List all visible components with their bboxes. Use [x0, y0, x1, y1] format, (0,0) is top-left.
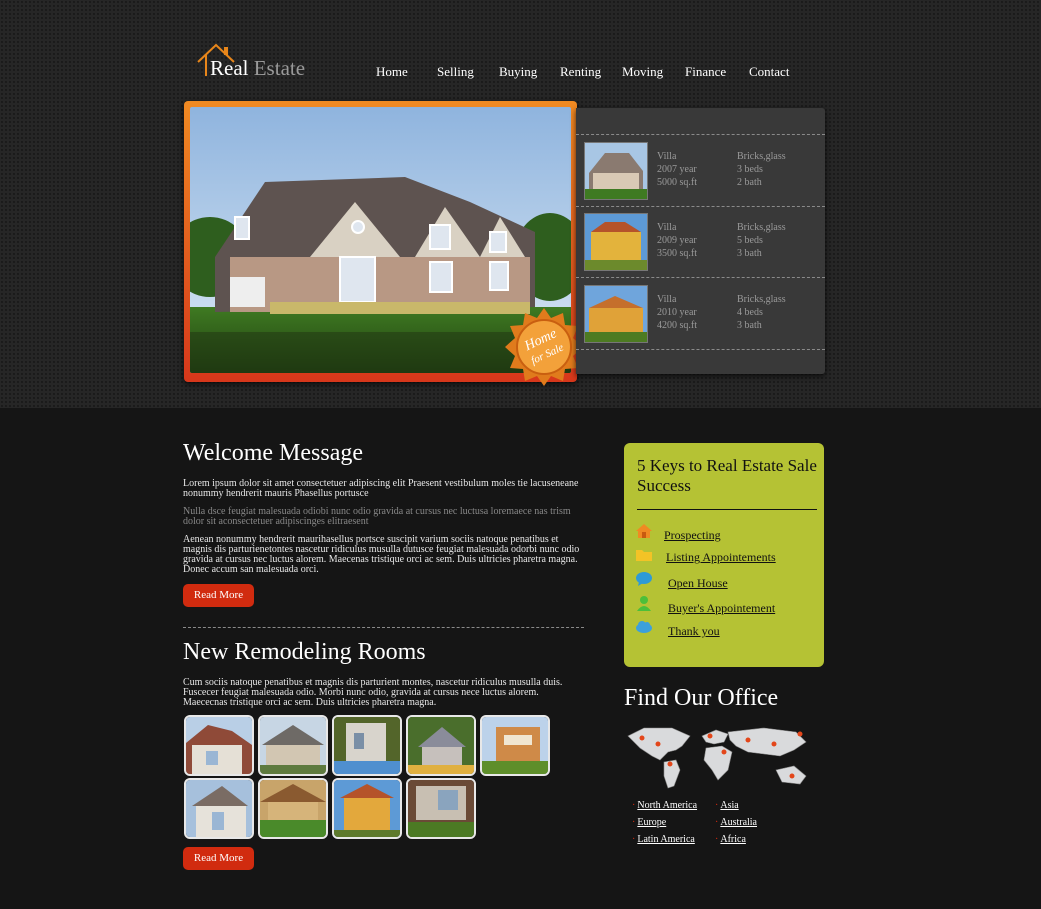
listing-1-col1: Villa 2007 year 5000 sq.ft: [657, 150, 697, 189]
room-thumb-6[interactable]: [184, 778, 254, 839]
listing-3-col1: Villa 2010 year 4200 sq.ft: [657, 293, 697, 332]
keys-box: 5 Keys to Real Estate Sale Success Prosp…: [624, 443, 824, 667]
region-label: North America: [637, 800, 698, 811]
region-link-asia[interactable]: · Asia: [715, 800, 739, 811]
room-thumb-4[interactable]: [406, 715, 476, 776]
key-item-listing-appointements[interactable]: Listing Appointements: [666, 550, 776, 565]
room-thumb-1[interactable]: [184, 715, 254, 776]
region-label: Asia: [720, 800, 739, 811]
region-label: Africa: [720, 834, 746, 845]
room-thumb-3[interactable]: [332, 715, 402, 776]
listing-2-beds: 5 beds: [737, 235, 763, 246]
listing-thumb-2[interactable]: [584, 213, 648, 271]
key-item-prospecting[interactable]: Prospecting: [664, 528, 721, 543]
keys-title: 5 Keys to Real Estate Sale Success: [637, 456, 817, 495]
listing-2-material: Bricks,glass: [737, 222, 786, 233]
listing-1-area: 5000 sq.ft: [657, 177, 697, 188]
key-item-thank-you[interactable]: Thank you: [668, 624, 720, 639]
listing-3-baths: 3 bath: [737, 320, 762, 331]
listing-3-beds: 4 beds: [737, 307, 763, 318]
remodel-read-more-button[interactable]: Read More: [183, 847, 254, 870]
room-thumb-9[interactable]: [406, 778, 476, 839]
welcome-paragraph-3: Aenean nonummy hendrerit maurihasellus p…: [183, 534, 580, 575]
listing-3-year: 2010 year: [657, 307, 697, 318]
logo[interactable]: Real Estate: [196, 42, 336, 82]
region-label: Latin America: [637, 834, 695, 845]
house-icon: [636, 524, 652, 538]
listing-3-area: 4200 sq.ft: [657, 320, 697, 331]
region-link-latin-america[interactable]: · Latin America: [632, 834, 695, 845]
welcome-paragraph-2: Nulla dsce feugiat malesuada odiobi nunc…: [183, 506, 571, 527]
listing-2-year: 2009 year: [657, 235, 697, 246]
nav-buying[interactable]: Buying: [499, 64, 537, 80]
key-item-buyers-appointement[interactable]: Buyer's Appointement: [668, 601, 775, 616]
keys-divider: [637, 509, 817, 510]
welcome-paragraph-1: Lorem ipsum dolor sit amet consectetuer …: [183, 478, 579, 499]
world-map-image[interactable]: [624, 722, 814, 794]
room-thumb-2[interactable]: [258, 715, 328, 776]
nav-contact[interactable]: Contact: [749, 64, 789, 80]
listing-1-type: Villa: [657, 151, 677, 162]
welcome-read-more-button[interactable]: Read More: [183, 584, 254, 607]
bullet-icon: ·: [715, 834, 719, 845]
nav-finance[interactable]: Finance: [685, 64, 726, 80]
listing-1-material: Bricks,glass: [737, 151, 786, 162]
listing-2-area: 3500 sq.ft: [657, 248, 697, 259]
region-label: Europe: [637, 817, 667, 828]
room-thumb-8[interactable]: [332, 778, 402, 839]
divider: [576, 277, 825, 278]
listing-thumb-1[interactable]: [584, 142, 648, 200]
person-icon: [637, 596, 651, 611]
listing-1-col2: Bricks,glass 3 beds 2 bath: [737, 150, 786, 189]
cloud-icon: [636, 621, 652, 633]
nav-renting[interactable]: Renting: [560, 64, 601, 80]
logo-text-estate: Estate: [253, 56, 306, 80]
for-sale-badge: Home for Sale: [505, 308, 583, 386]
listing-2-baths: 3 bath: [737, 248, 762, 259]
listing-3-type: Villa: [657, 294, 677, 305]
room-thumb-5[interactable]: [480, 715, 550, 776]
region-label: Australia: [720, 817, 757, 828]
remodel-paragraph: Cum sociis natoque penatibus et magnis d…: [183, 677, 563, 708]
region-link-north-america[interactable]: · North America: [632, 800, 697, 811]
listing-thumb-3[interactable]: [584, 285, 648, 343]
nav-moving[interactable]: Moving: [622, 64, 663, 80]
divider: [576, 206, 825, 207]
bullet-icon: ·: [632, 834, 636, 845]
listing-1-baths: 2 bath: [737, 177, 762, 188]
listing-1-beds: 3 beds: [737, 164, 763, 175]
divider: [576, 134, 825, 135]
divider: [576, 349, 825, 350]
bullet-icon: ·: [715, 800, 719, 811]
folder-icon: [636, 550, 652, 561]
chat-bubble-icon: [636, 572, 652, 586]
nav-selling[interactable]: Selling: [437, 64, 474, 80]
remodel-title: New Remodeling Rooms: [183, 639, 426, 665]
listing-2-col1: Villa 2009 year 3500 sq.ft: [657, 221, 697, 260]
listing-2-type: Villa: [657, 222, 677, 233]
region-link-europe[interactable]: · Europe: [632, 817, 666, 828]
listing-panel: Villa 2007 year 5000 sq.ft Bricks,glass …: [576, 108, 825, 374]
bullet-icon: ·: [632, 800, 636, 811]
region-link-africa[interactable]: · Africa: [715, 834, 746, 845]
key-item-open-house[interactable]: Open House: [668, 576, 728, 591]
nav-home[interactable]: Home: [376, 64, 408, 80]
logo-text-real: Real: [210, 56, 249, 80]
section-divider: [183, 627, 584, 628]
listing-3-material: Bricks,glass: [737, 294, 786, 305]
region-link-australia[interactable]: · Australia: [715, 817, 757, 828]
listing-3-col2: Bricks,glass 4 beds 3 bath: [737, 293, 786, 332]
bullet-icon: ·: [715, 817, 719, 828]
welcome-title: Welcome Message: [183, 440, 363, 466]
listing-2-col2: Bricks,glass 5 beds 3 bath: [737, 221, 786, 260]
bullet-icon: ·: [632, 817, 636, 828]
listing-1-year: 2007 year: [657, 164, 697, 175]
office-title: Find Our Office: [624, 685, 779, 711]
room-thumb-7[interactable]: [258, 778, 328, 839]
